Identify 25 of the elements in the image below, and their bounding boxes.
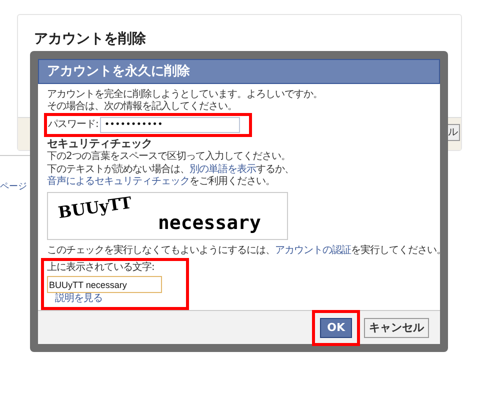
body-text: を実行してください。 — [351, 245, 446, 256]
link[interactable]: 音声によるセキュリティチェック — [47, 176, 190, 187]
link[interactable]: アカウントの認証 — [275, 245, 351, 256]
text-field[interactable]: BUUyTT necessary — [47, 276, 162, 293]
link[interactable]: 別の単語を表示 — [190, 164, 256, 175]
body-text: するか、 — [256, 164, 294, 175]
body-text: をご利用ください。 — [190, 176, 275, 187]
page-title: アカウントを削除 — [34, 30, 146, 49]
field-label: 上に表示されている文字: — [47, 262, 156, 274]
intro-text: アカウントを完全に削除しようとしています。よろしいですか。 — [46, 89, 324, 100]
body-text: このチェックを実行しなくてもよいようにするには、 — [47, 245, 275, 256]
captcha-word: necessary — [158, 211, 261, 235]
password-label: パスワード: — [48, 119, 98, 131]
cancel-button[interactable]: キャンセル — [364, 318, 429, 338]
body-text: 下の2つの言葉をスペースで区切って入力してください。 — [47, 151, 290, 162]
side-text: ページ — [0, 181, 27, 194]
captcha-word: BUUyTT — [56, 192, 133, 224]
ok-button[interactable]: OK — [320, 318, 352, 338]
help-link[interactable]: 説明を見る — [55, 293, 102, 305]
partial-button[interactable]: ル — [448, 124, 460, 141]
intro-text: その場合は、次の情報を記入してください。 — [46, 101, 238, 113]
body-text: 下のテキストが読めない場合は、 — [47, 164, 190, 175]
dialog-title: アカウントを永久に削除 — [38, 59, 440, 84]
section-heading: セキュリティチェック — [47, 137, 153, 150]
password-field[interactable]: ••••••••••• — [100, 117, 240, 133]
